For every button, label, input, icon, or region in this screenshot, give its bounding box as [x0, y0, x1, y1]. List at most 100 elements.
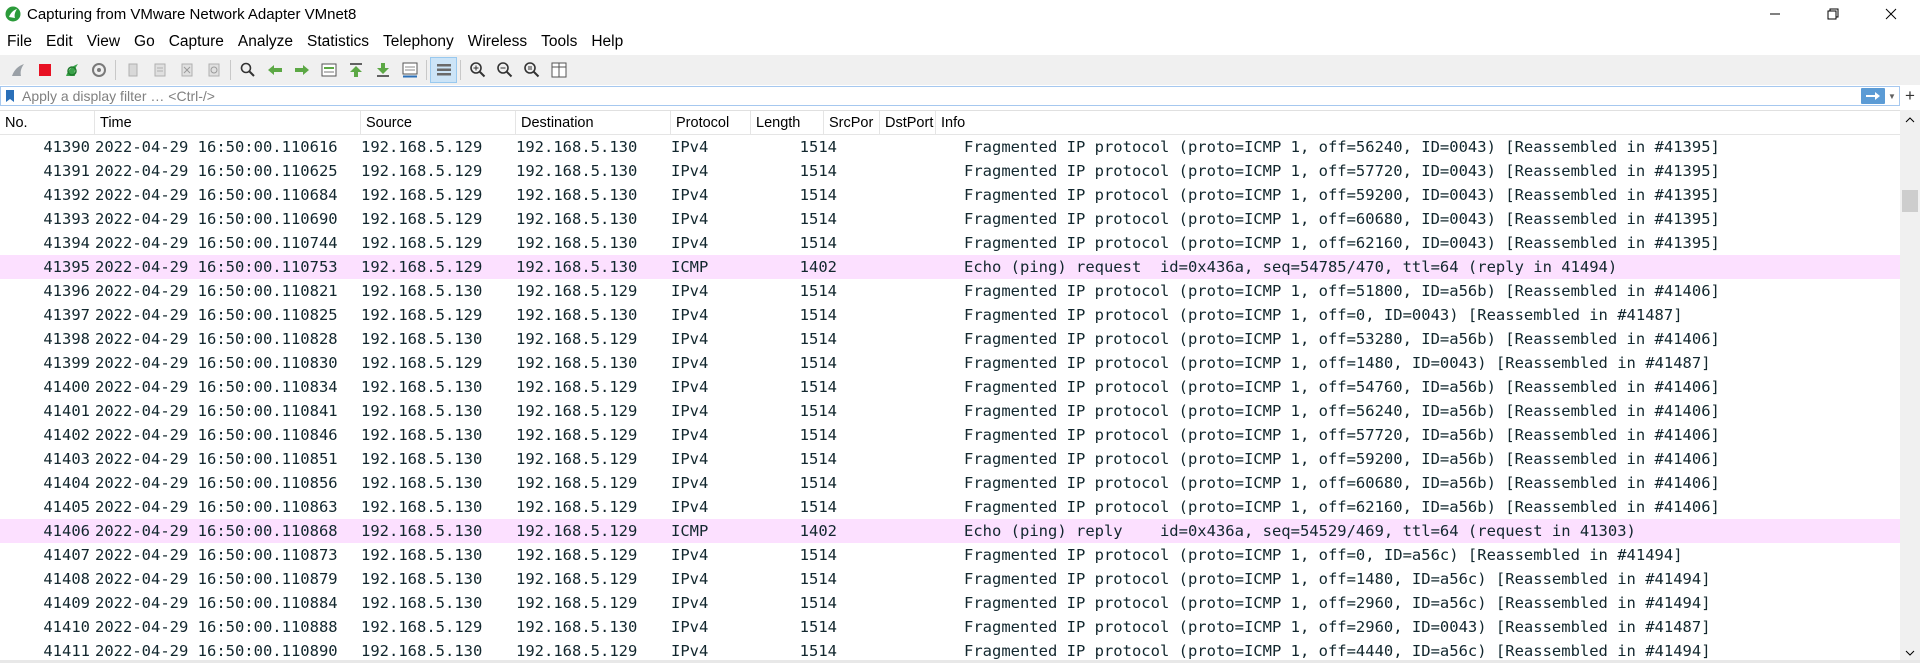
start-capture-button[interactable] [4, 57, 31, 83]
packet-row[interactable]: 41391 2022-04-29 16:50:00.110625 192.168.5… [0, 159, 1900, 183]
menu-analyze[interactable]: Analyze [231, 29, 300, 55]
packet-destination: 192.168.5.130 [516, 138, 638, 156]
column-header-time[interactable]: Time [95, 111, 361, 135]
packet-row[interactable]: 41394 2022-04-29 16:50:00.110744 192.168.5… [0, 231, 1900, 255]
packet-row[interactable]: 41403 2022-04-29 16:50:00.110851 192.168.5… [0, 447, 1900, 471]
packet-protocol: IPv4 [671, 426, 709, 444]
menu-file[interactable]: File [0, 29, 39, 55]
menu-view[interactable]: View [80, 29, 127, 55]
packet-row[interactable]: 41393 2022-04-29 16:50:00.110690 192.168.5… [0, 207, 1900, 231]
window-controls [1746, 0, 1920, 28]
go-last-button[interactable] [369, 57, 396, 83]
menu-tools[interactable]: Tools [534, 29, 584, 55]
apply-filter-button[interactable] [1861, 88, 1885, 104]
reload-file-button[interactable] [200, 57, 227, 83]
packet-dstport [907, 327, 963, 351]
packet-info: Fragmented IP protocol (proto=ICMP 1, of… [964, 450, 1720, 468]
menu-statistics[interactable]: Statistics [300, 29, 376, 55]
menu-help[interactable]: Help [584, 29, 630, 55]
packet-length: 1514 [799, 162, 837, 180]
packet-length: 1514 [799, 330, 837, 348]
column-header-no[interactable]: No. [0, 111, 95, 135]
find-packet-button[interactable] [234, 57, 261, 83]
menu-go[interactable]: Go [127, 29, 162, 55]
scroll-down-button[interactable] [1900, 645, 1920, 661]
vertical-scrollbar[interactable] [1900, 110, 1920, 663]
packet-row[interactable]: 41398 2022-04-29 16:50:00.110828 192.168.5… [0, 327, 1900, 351]
packet-dstport [907, 303, 963, 327]
column-header-srcport[interactable]: SrcPor [824, 111, 880, 135]
packet-row[interactable]: 41401 2022-04-29 16:50:00.110841 192.168.5… [0, 399, 1900, 423]
packet-srcport [851, 567, 907, 591]
packet-destination: 192.168.5.129 [516, 522, 638, 540]
packet-protocol: ICMP [671, 258, 709, 276]
go-to-packet-button[interactable] [315, 57, 342, 83]
filter-bookmark-button[interactable] [1, 87, 19, 105]
scrollbar-thumb[interactable] [1902, 190, 1918, 212]
packet-row[interactable]: 41396 2022-04-29 16:50:00.110821 192.168.5… [0, 279, 1900, 303]
capture-options-button[interactable] [85, 57, 112, 83]
packet-info: Fragmented IP protocol (proto=ICMP 1, of… [964, 162, 1720, 180]
packet-row[interactable]: 41405 2022-04-29 16:50:00.110863 192.168.5… [0, 495, 1900, 519]
packet-row[interactable]: 41395 2022-04-29 16:50:00.110753 192.168.5… [0, 255, 1900, 279]
packet-row[interactable]: 41402 2022-04-29 16:50:00.110846 192.168.5… [0, 423, 1900, 447]
zoom-normal-button[interactable] [518, 57, 545, 83]
go-back-button[interactable] [261, 57, 288, 83]
add-filter-button[interactable]: + [1900, 86, 1920, 106]
menu-capture[interactable]: Capture [162, 29, 231, 55]
display-filter-input[interactable] [19, 88, 1839, 104]
resize-columns-button[interactable] [545, 57, 572, 83]
restore-button[interactable] [1804, 0, 1862, 28]
autoscroll-button[interactable] [396, 57, 423, 83]
column-header-info[interactable]: Info [936, 111, 1900, 135]
packet-dstport [907, 423, 963, 447]
close-button[interactable] [1862, 0, 1920, 28]
packet-length: 1514 [799, 426, 837, 444]
column-header-destination[interactable]: Destination [516, 111, 671, 135]
open-file-button[interactable] [119, 57, 146, 83]
minimize-button[interactable] [1746, 0, 1804, 28]
save-file-button[interactable] [146, 57, 173, 83]
menu-telephony[interactable]: Telephony [376, 29, 461, 55]
scroll-up-button[interactable] [1900, 112, 1920, 128]
column-header-source[interactable]: Source [361, 111, 516, 135]
menu-edit[interactable]: Edit [39, 29, 80, 55]
packet-row[interactable]: 41410 2022-04-29 16:50:00.110888 192.168.5… [0, 615, 1900, 639]
packet-time: 2022-04-29 16:50:00.110830 [95, 354, 338, 372]
packet-row[interactable]: 41400 2022-04-29 16:50:00.110834 192.168.5… [0, 375, 1900, 399]
packet-number: 41401 [43, 402, 90, 420]
packet-row[interactable]: 41392 2022-04-29 16:50:00.110684 192.168.5… [0, 183, 1900, 207]
packet-number: 41403 [43, 450, 90, 468]
packet-source: 192.168.5.129 [361, 306, 483, 324]
packet-dstport [907, 375, 963, 399]
column-header-protocol[interactable]: Protocol [671, 111, 751, 135]
packet-row[interactable]: 41404 2022-04-29 16:50:00.110856 192.168.5… [0, 471, 1900, 495]
packet-info: Fragmented IP protocol (proto=ICMP 1, of… [964, 594, 1711, 612]
stop-capture-button[interactable] [31, 57, 58, 83]
packet-row[interactable]: 41407 2022-04-29 16:50:00.110873 192.168.5… [0, 543, 1900, 567]
filter-history-dropdown[interactable]: ▼ [1887, 88, 1897, 104]
close-file-button[interactable] [173, 57, 200, 83]
restart-capture-button[interactable] [58, 57, 85, 83]
packet-dstport [907, 471, 963, 495]
packet-row[interactable]: 41399 2022-04-29 16:50:00.110830 192.168.5… [0, 351, 1900, 375]
packet-row[interactable]: 41406 2022-04-29 16:50:00.110868 192.168.5… [0, 519, 1900, 543]
toolbar-separator [460, 60, 461, 80]
colorize-button[interactable] [430, 57, 457, 83]
zoom-out-button[interactable] [491, 57, 518, 83]
packet-row[interactable]: 41409 2022-04-29 16:50:00.110884 192.168.5… [0, 591, 1900, 615]
plus-icon: + [1905, 86, 1915, 105]
zoom-in-button[interactable] [464, 57, 491, 83]
go-first-button[interactable] [342, 57, 369, 83]
packet-source: 192.168.5.130 [361, 474, 483, 492]
column-header-length[interactable]: Length [751, 111, 824, 135]
packet-row[interactable]: 41408 2022-04-29 16:50:00.110879 192.168.5… [0, 567, 1900, 591]
display-filter-box: ▼ [0, 86, 1900, 106]
packet-time: 2022-04-29 16:50:00.110841 [95, 402, 338, 420]
column-header-dstport[interactable]: DstPort [880, 111, 936, 135]
menu-wireless[interactable]: Wireless [461, 29, 534, 55]
packet-row[interactable]: 41390 2022-04-29 16:50:00.110616 192.168.5… [0, 135, 1900, 159]
packet-info: Fragmented IP protocol (proto=ICMP 1, of… [964, 306, 1683, 324]
go-forward-button[interactable] [288, 57, 315, 83]
packet-row[interactable]: 41397 2022-04-29 16:50:00.110825 192.168.5… [0, 303, 1900, 327]
